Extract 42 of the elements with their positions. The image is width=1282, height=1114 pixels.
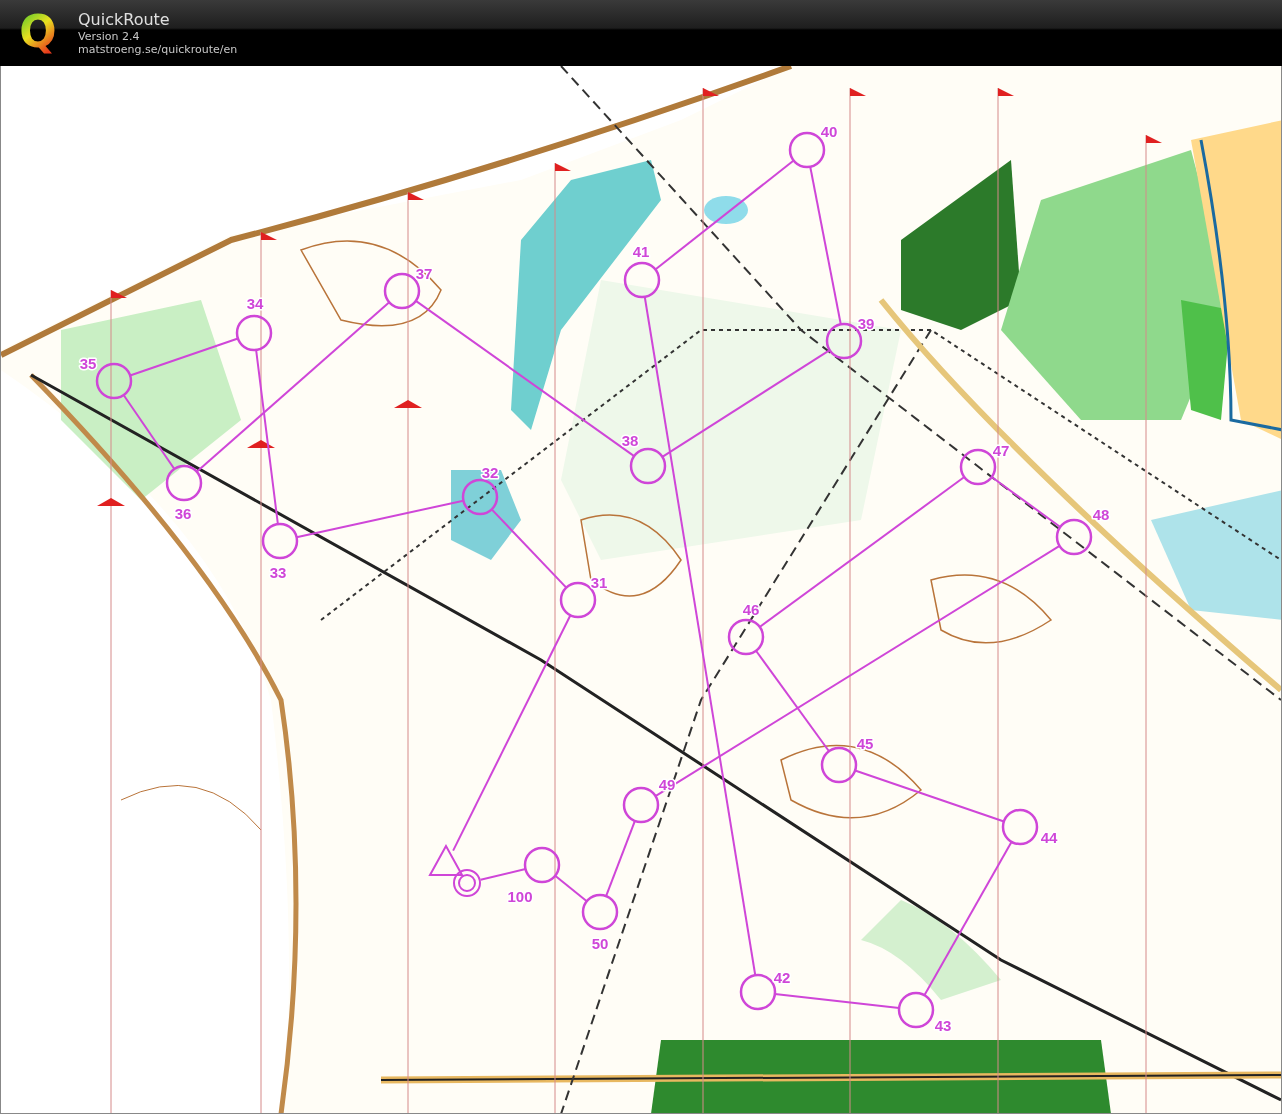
control-circle	[623, 261, 661, 299]
start-triangle	[428, 843, 464, 876]
app-logo: Q	[18, 10, 58, 56]
finish-circles	[453, 869, 481, 897]
control-number: 100	[507, 888, 533, 905]
control-number: 33	[269, 564, 287, 581]
control-number: 45	[856, 735, 874, 752]
control-number: 34	[246, 295, 264, 312]
control-number: 48	[1092, 506, 1110, 523]
control-circle	[727, 618, 765, 656]
control-circle	[95, 362, 133, 400]
control-number: 49	[658, 776, 676, 793]
control-number: 42	[773, 969, 791, 986]
control-number: 43	[934, 1017, 952, 1034]
course-leg	[479, 867, 527, 881]
course-leg	[554, 874, 588, 903]
control-number: 36	[174, 505, 192, 522]
control-number: 39	[857, 315, 875, 332]
control-circle	[1055, 518, 1093, 556]
course-leg	[990, 476, 1062, 528]
control-number: 46	[742, 601, 760, 618]
control-circle	[523, 846, 561, 884]
control-number: 40	[820, 123, 838, 140]
control-number: 35	[79, 355, 97, 372]
control-circle	[165, 464, 203, 502]
control-circle	[235, 314, 273, 352]
control-circle	[622, 786, 660, 824]
control-circle	[581, 893, 619, 931]
control-circle	[261, 522, 299, 560]
app-version: Version 2.4	[78, 30, 141, 43]
control-number: 50	[591, 935, 609, 952]
control-circle	[1001, 808, 1039, 846]
control-number: 38	[621, 432, 639, 449]
app-title: QuickRoute	[78, 10, 171, 30]
control-circle	[461, 478, 499, 516]
control-number: 44	[1040, 829, 1058, 846]
control-circle	[820, 746, 858, 784]
control-number: 41	[632, 243, 650, 260]
app-url: matstroeng.se/quickroute/en	[78, 43, 238, 56]
control-number: 47	[992, 442, 1010, 459]
control-circle	[629, 447, 667, 485]
control-circle	[897, 991, 935, 1029]
